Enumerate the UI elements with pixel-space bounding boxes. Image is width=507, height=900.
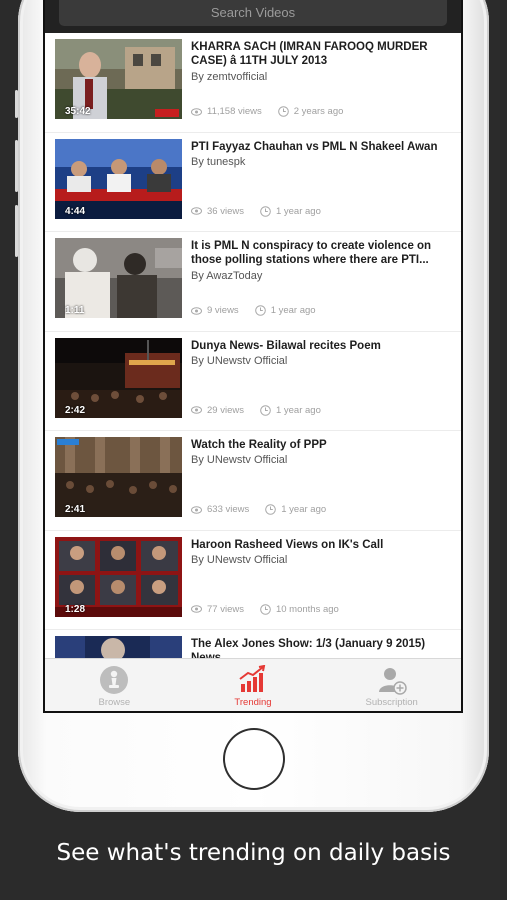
list-item[interactable]: 2:42 Dunya News- Bilawal recites Poem By… xyxy=(45,332,461,431)
video-title[interactable]: The Alex Jones Show: 1/3 (January 9 2015… xyxy=(191,637,455,659)
upload-age: 2 years ago xyxy=(293,106,344,117)
video-title[interactable]: Dunya News- Bilawal recites Poem xyxy=(191,339,455,353)
video-meta: 633 views 1 year ago xyxy=(191,504,326,515)
channel-name: By zemtvofficial xyxy=(191,71,268,83)
tab-browse-label: Browse xyxy=(98,697,131,708)
view-count: 36 views xyxy=(207,205,244,217)
video-thumbnail[interactable]: 2:41 xyxy=(55,437,182,517)
video-thumbnail[interactable]: 35:42 xyxy=(55,39,182,119)
eye-icon xyxy=(191,406,202,414)
video-thumbnail[interactable]: 1:11 xyxy=(55,238,182,318)
tab-trending[interactable]: Trending xyxy=(184,659,323,711)
video-thumbnail[interactable]: 2:42 xyxy=(55,337,182,418)
video-meta: 29 views 1 year ago xyxy=(191,405,321,416)
home-button[interactable] xyxy=(223,728,285,790)
tab-browse[interactable]: Browse xyxy=(45,659,184,711)
clock-icon xyxy=(260,205,271,217)
list-item[interactable]: 4:44 PTI Fayyaz Chauhan vs PML N Shakeel… xyxy=(45,133,461,232)
channel-name: By tunespk xyxy=(191,155,246,168)
view-count: 11,158 views xyxy=(207,106,262,117)
eye-icon xyxy=(191,605,202,613)
video-thumbnail[interactable]: 4:44 xyxy=(55,138,182,219)
search-input[interactable]: Search Videos xyxy=(59,0,447,26)
channel-name: By UNewstv Official xyxy=(191,553,288,566)
app-screen: Search Videos 35:42 KHARRA SACH (IMRAN F… xyxy=(43,0,463,713)
video-title[interactable]: PTI Fayyaz Chauhan vs PML N Shakeel Awan xyxy=(191,140,455,154)
tab-trending-label: Trending xyxy=(234,697,272,708)
video-meta: 77 views 10 months ago xyxy=(191,604,339,615)
upload-age: 1 year ago xyxy=(270,305,316,316)
duration-label: 4:44 xyxy=(65,205,86,217)
view-count: 9 views xyxy=(207,305,239,316)
duration-label: 1:28 xyxy=(65,603,86,615)
video-title[interactable]: It is PML N conspiracy to create violenc… xyxy=(191,239,455,267)
tab-subscription[interactable]: Subscription xyxy=(322,659,461,711)
eye-icon xyxy=(191,207,202,215)
clock-icon xyxy=(254,305,266,316)
chess-pawn-icon xyxy=(100,666,129,694)
bar-chart-icon xyxy=(239,665,266,692)
volume-down-button xyxy=(15,205,18,257)
video-title[interactable]: Haroon Rasheed Views on IK's Call xyxy=(191,538,455,552)
view-count: 633 views xyxy=(207,504,250,515)
tab-bar: Browse Trending Subscription xyxy=(45,658,461,711)
list-item[interactable]: 1:11 It is PML N conspiracy to create vi… xyxy=(45,232,461,332)
video-title[interactable]: KHARRA SACH (IMRAN FAROOQ MURDER CASE) â… xyxy=(191,40,455,68)
duration-label: 2:42 xyxy=(65,404,86,416)
channel-name: By UNewstv Official xyxy=(191,354,288,367)
eye-icon xyxy=(191,107,202,116)
duration-label: 2:41 xyxy=(65,504,86,515)
channel-name: By UNewstv Official xyxy=(191,454,288,466)
upload-age: 1 year ago xyxy=(281,504,327,515)
video-meta: 9 views 1 year ago xyxy=(191,305,316,316)
search-bar: Search Videos xyxy=(45,0,461,33)
upload-age: 1 year ago xyxy=(275,404,321,416)
video-thumbnail[interactable]: 1:28 xyxy=(55,536,182,617)
clock-icon xyxy=(265,504,277,515)
tab-subscription-label: Subscription xyxy=(365,697,418,708)
clock-icon xyxy=(277,106,289,117)
clock-icon xyxy=(260,404,271,416)
upload-age: 10 months ago xyxy=(275,603,339,615)
list-item[interactable]: 2:41 Watch the Reality of PPP By UNewstv… xyxy=(45,431,461,531)
list-item[interactable]: The Alex Jones Show: 1/3 (January 9 2015… xyxy=(45,630,461,659)
mute-switch xyxy=(15,90,18,118)
volume-up-button xyxy=(15,140,18,192)
add-user-icon xyxy=(378,668,407,695)
view-count: 77 views xyxy=(207,603,244,615)
eye-icon xyxy=(191,306,202,315)
video-list: 35:42 KHARRA SACH (IMRAN FAROOQ MURDER C… xyxy=(45,33,461,659)
video-title[interactable]: Watch the Reality of PPP xyxy=(191,438,455,452)
promo-caption: See what's trending on daily basis xyxy=(56,840,451,866)
duration-label: 1:11 xyxy=(65,305,85,316)
channel-name: By AwazToday xyxy=(191,270,263,282)
eye-icon xyxy=(191,505,202,514)
video-meta: 36 views 1 year ago xyxy=(191,206,321,217)
list-item[interactable]: 1:28 Haroon Rasheed Views on IK's Call B… xyxy=(45,531,461,630)
clock-icon xyxy=(260,603,271,615)
duration-label: 35:42 xyxy=(65,106,91,117)
upload-age: 1 year ago xyxy=(275,205,321,217)
video-thumbnail[interactable] xyxy=(55,636,182,659)
video-meta: 11,158 views 2 years ago xyxy=(191,106,343,117)
list-item[interactable]: 35:42 KHARRA SACH (IMRAN FAROOQ MURDER C… xyxy=(45,33,461,133)
view-count: 29 views xyxy=(207,404,244,416)
